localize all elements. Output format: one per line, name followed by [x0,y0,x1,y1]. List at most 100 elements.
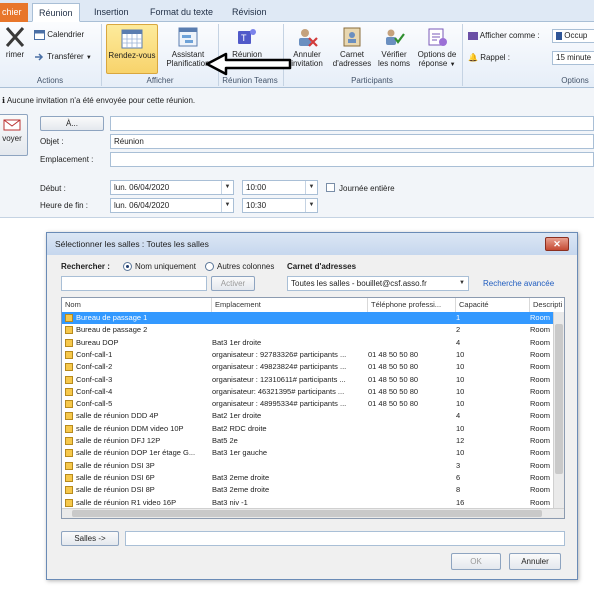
meeting-form: ℹ Aucune invitation n'a été envoyée pour… [0,88,594,218]
search-input[interactable] [61,276,207,291]
other-columns-radio[interactable] [205,262,214,271]
rooms-button[interactable]: Salles -> [61,531,119,546]
dialog-title-bar: Sélectionner les salles : Toutes les sal… [47,233,577,255]
table-row[interactable]: Conf-call-1 organisateur : 92783326# part… [62,349,554,361]
tab-reunion[interactable]: Réunion [32,3,80,22]
to-field[interactable] [110,116,594,131]
activate-button[interactable]: Activer [211,276,255,291]
chevron-down-icon: ▼ [85,55,92,62]
column-header-phone[interactable]: Téléphone professi... [368,298,456,312]
tab-insertion[interactable]: Insertion [88,3,135,22]
scroll-thumb[interactable] [555,324,563,474]
address-book-select[interactable]: Toutes les salles - bouillet@csf.asso.fr… [287,276,469,291]
ribbon-tab-bar: chier Réunion Insertion Format du texte … [0,0,594,22]
rooms-field[interactable] [125,531,565,546]
chevron-down-icon[interactable]: ▼ [305,181,317,194]
address-book-icon [343,27,361,47]
table-row[interactable]: Bureau DOP Bat3 1er droite 4 Room [62,337,554,349]
table-row[interactable]: salle de réunion DDM video 10P Bat2 RDC d… [62,423,554,435]
end-date-value: lun. 06/04/2020 [114,201,170,210]
table-cell: 01 48 50 50 80 [368,374,419,384]
reminder-select[interactable]: 15 minute [552,51,594,65]
table-row[interactable]: salle de réunion DFJ 12P Bat5 2e 12 Room [62,435,554,447]
column-header-location[interactable]: Emplacement [212,298,368,312]
calendar-button[interactable]: Calendrier [34,30,92,40]
column-header-description[interactable]: Descripti [530,298,564,312]
table-row[interactable]: salle de réunion DDD 4P Bat2 1er droite 4 R… [62,410,554,422]
show-as-label: Afficher comme : [479,31,540,40]
column-header-name[interactable]: Nom [62,298,212,312]
chevron-down-icon[interactable]: ▼ [221,199,233,212]
select-rooms-dialog: Sélectionner les salles : Toutes les sal… [46,232,578,580]
rooms-table: Nom Emplacement Téléphone professi... Ca… [61,297,565,519]
check-names-button[interactable]: Vérifier les noms [374,26,414,68]
table-row[interactable]: salle de réunion DOP 1er étage G... Bat3 … [62,447,554,459]
table-cell: 8 [456,485,461,495]
table-row[interactable]: Bureau de passage 1 1 Room [62,312,554,324]
show-as-select[interactable]: Occup [552,29,594,43]
table-row[interactable]: salle de réunion R1 video 16P Bat3 niv -1… [62,497,554,509]
table-row[interactable]: salle de réunion DSI 3P 3 Room [62,460,554,472]
radio-dot [126,265,129,268]
table-cell: Bat5 2e [212,436,238,445]
subject-label: Objet : [40,137,64,146]
column-header-capacity[interactable]: Capacité [456,298,530,312]
table-cell: organisateur : 48995334# participants ..… [212,399,347,409]
start-date-field[interactable]: lun. 06/04/2020 ▼ [110,180,234,195]
cancel-label-2: invitation [291,59,323,68]
table-cell: Bat2 1er droite [212,411,262,421]
ok-button[interactable]: OK [451,553,501,570]
end-date-field[interactable]: lun. 06/04/2020 ▼ [110,198,234,213]
table-row[interactable]: Conf-call-5 organisateur : 48995334# part… [62,398,554,410]
all-day-checkbox[interactable] [326,183,335,192]
all-day-label: Journée entière [339,184,395,193]
location-field[interactable] [110,152,594,167]
teams-icon: T [238,29,256,44]
busy-swatch [556,31,562,40]
chevron-down-icon[interactable]: ▼ [305,199,317,212]
tab-revision[interactable]: Révision [226,3,273,22]
table-row[interactable]: Conf-call-4 organisateur: 46321395# parti… [62,386,554,398]
options-label-1: Options de [417,50,457,59]
subject-field[interactable]: Réunion [110,134,594,149]
rendez-vous-button[interactable]: Rendez-vous [106,24,158,74]
table-row[interactable]: Conf-call-2 organisateur : 49823824# part… [62,361,554,373]
group-label-afficher: Afficher [146,76,174,85]
table-cell: Bat2 RDC droite [212,423,267,433]
table-row[interactable]: salle de réunion DSI 6P Bat3 2eme droite 6… [62,472,554,484]
start-time-field[interactable]: 10:00 ▼ [242,180,318,195]
chevron-down-icon[interactable]: ▼ [456,277,468,290]
table-cell: 1 [456,313,461,322]
delete-x-icon [5,27,25,47]
vertical-scrollbar[interactable] [553,312,564,508]
dialog-title: Sélectionner les salles : Toutes les sal… [55,239,209,249]
table-row[interactable]: salle de réunion DSI 8P Bat3 2eme droite 8… [62,484,554,496]
room-icon [65,338,73,347]
send-button[interactable]: voyer [0,114,28,156]
table-cell: 16 [456,497,465,507]
to-button[interactable]: À... [40,116,104,131]
address-book-label: Carnet d'adresses [287,262,357,271]
table-cell: organisateur: 46321395# participants ... [212,386,345,396]
scroll-thumb[interactable] [72,510,542,517]
table-row[interactable]: Bureau de passage 2 2 Room [62,324,554,336]
end-time-field[interactable]: 10:30 ▼ [242,198,318,213]
address-book-button[interactable]: Carnet d'adresses [332,26,372,68]
forward-button[interactable]: Transférer ▼ [34,52,100,63]
room-icon [65,326,73,335]
horizontal-scrollbar[interactable] [62,508,564,518]
verify-label-1: Vérifier [381,50,407,59]
chevron-down-icon[interactable]: ▼ [221,181,233,194]
table-cell: 10 [456,448,465,458]
cancel-button[interactable]: Annuler [509,553,561,570]
response-options-button[interactable]: Options de réponse ▼ [414,26,460,70]
info-bar: ℹ Aucune invitation n'a été envoyée pour… [2,96,195,105]
tab-file[interactable]: chier [0,3,28,22]
advanced-search-link[interactable]: Recherche avancée [483,279,554,288]
table-cell: 10 [456,423,465,433]
delete-button[interactable]: rimer [0,26,30,59]
name-only-radio[interactable] [123,262,132,271]
table-row[interactable]: Conf-call-3 organisateur : 12310611# part… [62,374,554,386]
tab-format[interactable]: Format du texte [144,3,219,22]
close-icon[interactable]: ✕ [545,237,569,251]
